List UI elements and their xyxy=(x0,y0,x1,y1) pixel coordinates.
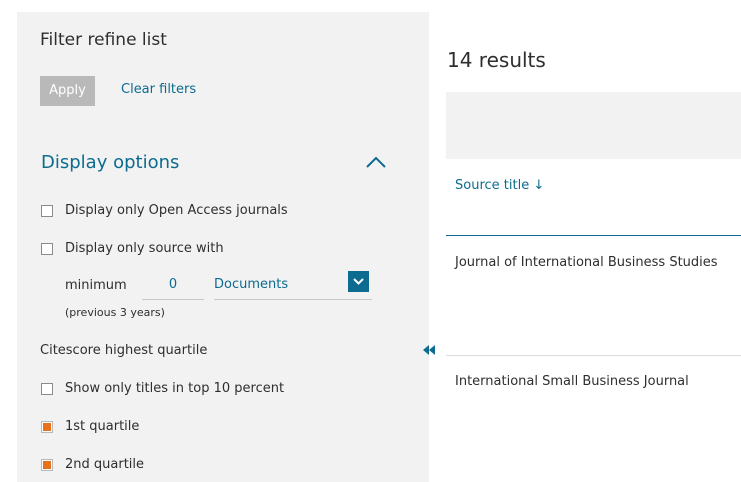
select-chevron-button[interactable] xyxy=(348,271,369,292)
top10-label: Show only titles in top 10 percent xyxy=(65,381,285,396)
documents-select-value: Documents xyxy=(214,277,289,292)
source-with-label: Display only source with xyxy=(65,241,224,256)
source-title-sort-header[interactable]: Source title ↓ xyxy=(455,178,544,193)
source-with-checkbox[interactable] xyxy=(41,243,53,255)
clear-filters-link[interactable]: Clear filters xyxy=(121,82,196,97)
results-count: 14 results xyxy=(447,48,546,72)
result-row-1[interactable]: Journal of International Business Studie… xyxy=(455,255,718,270)
q2-checkbox[interactable] xyxy=(41,459,53,471)
results-toolbar xyxy=(446,92,741,159)
header-divider xyxy=(446,235,741,236)
open-access-checkbox[interactable] xyxy=(41,205,53,217)
top10-checkbox[interactable] xyxy=(41,383,53,395)
minimum-label: minimum xyxy=(65,278,127,293)
q1-label: 1st quartile xyxy=(65,419,140,434)
documents-select[interactable]: Documents xyxy=(214,271,372,300)
q1-checkbox[interactable] xyxy=(41,421,53,433)
q2-label: 2nd quartile xyxy=(65,457,145,472)
apply-button[interactable]: Apply xyxy=(40,76,95,106)
display-options-heading[interactable]: Display options xyxy=(41,152,179,173)
result-row-2[interactable]: International Small Business Journal xyxy=(455,374,689,389)
chevron-up-icon[interactable] xyxy=(365,155,387,169)
double-chevron-left-icon[interactable] xyxy=(421,343,437,357)
chevron-down-icon xyxy=(353,278,364,285)
minimum-input[interactable]: 0 xyxy=(142,275,204,300)
row-divider xyxy=(446,355,741,356)
open-access-label: Display only Open Access journals xyxy=(65,203,288,218)
filter-panel: Filter refine list Apply Clear filters D… xyxy=(17,12,429,482)
previous-years-note: (previous 3 years) xyxy=(65,306,165,319)
filter-title: Filter refine list xyxy=(40,30,167,50)
citescore-heading: Citescore highest quartile xyxy=(40,343,208,358)
